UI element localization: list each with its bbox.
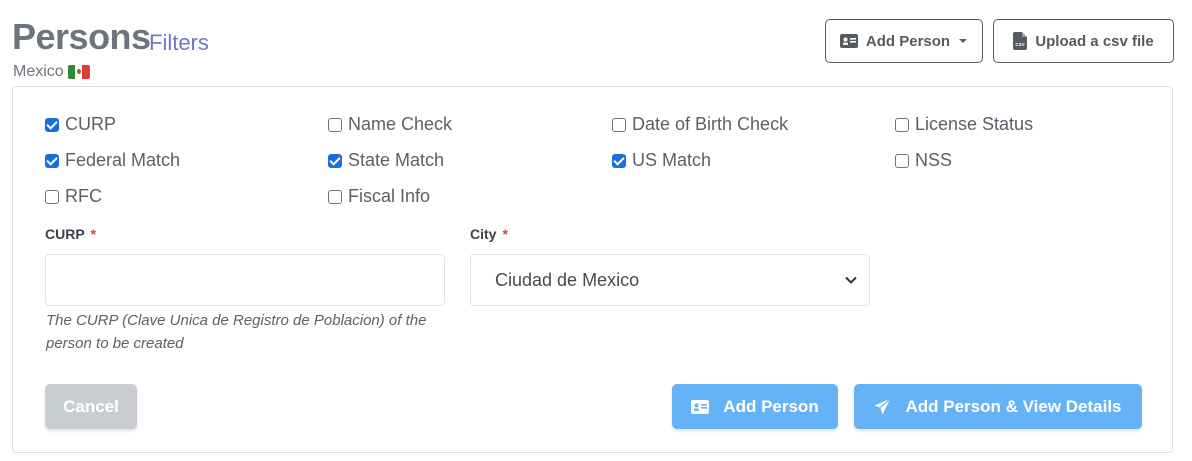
curp-field-label: CURP *: [45, 226, 96, 242]
svg-text:CSV: CSV: [1016, 42, 1025, 47]
checkbox[interactable]: [895, 153, 909, 168]
check-label: Fiscal Info: [348, 186, 431, 206]
curp-label-text: CURP: [45, 226, 85, 242]
add-person-label: Add Person: [723, 396, 819, 416]
check-federal-match[interactable]: Federal Match: [45, 150, 180, 171]
page-title: Persons: [12, 16, 151, 57]
check-label: US Match: [632, 150, 712, 170]
checkbox[interactable]: [328, 153, 342, 168]
filters-link[interactable]: Filters: [149, 30, 209, 56]
check-state-match[interactable]: State Match: [328, 150, 444, 171]
check-name[interactable]: Name Check: [328, 114, 452, 135]
checkbox[interactable]: [612, 153, 626, 168]
city-label-text: City: [470, 226, 497, 242]
country-name: Mexico: [13, 63, 64, 80]
check-label: Name Check: [348, 114, 453, 134]
country-label: Mexico: [13, 63, 90, 81]
check-rfc[interactable]: RFC: [45, 186, 102, 207]
required-mark: *: [90, 226, 97, 242]
city-select[interactable]: Ciudad de Mexico: [470, 254, 870, 306]
check-us-match[interactable]: US Match: [612, 150, 711, 171]
check-nss[interactable]: NSS: [895, 150, 952, 171]
check-label: Federal Match: [65, 150, 181, 170]
paper-plane-icon: [875, 398, 892, 415]
add-view-label: Add Person & View Details: [905, 396, 1122, 416]
id-card-icon: [839, 34, 858, 48]
curp-help-text: The CURP (Clave Unica de Registro de Pob…: [46, 312, 427, 352]
city-field-label: City *: [470, 226, 508, 242]
check-label: Date of Birth Check: [632, 114, 789, 134]
add-person-dropdown-button[interactable]: Add Person: [825, 19, 983, 63]
required-mark: *: [502, 226, 508, 242]
checkbox[interactable]: [45, 117, 59, 132]
check-label: License Status: [915, 114, 1034, 134]
csv-file-icon: CSV: [1013, 32, 1028, 50]
cancel-label: Cancel: [63, 396, 119, 416]
add-person-button[interactable]: Add Person: [672, 384, 838, 429]
mexico-flag-icon: [67, 65, 90, 79]
check-label: CURP: [65, 114, 117, 134]
add-person-form-card: CURP Name Check Date of Birth Check Lice…: [12, 86, 1173, 453]
check-curp[interactable]: CURP: [45, 114, 116, 135]
check-license-status[interactable]: License Status: [895, 114, 1033, 135]
add-person-dropdown-label: Add Person: [865, 32, 951, 50]
city-select-value: Ciudad de Mexico: [495, 269, 640, 290]
id-card-icon: [691, 399, 710, 414]
check-fiscal-info[interactable]: Fiscal Info: [328, 186, 430, 207]
add-person-view-details-button[interactable]: Add Person & View Details: [854, 384, 1142, 429]
upload-csv-button[interactable]: CSV Upload a csv file: [993, 19, 1174, 63]
check-label: State Match: [348, 150, 445, 170]
checkbox[interactable]: [895, 117, 909, 132]
chevron-down-icon: [845, 276, 857, 284]
caret-down-icon: [959, 39, 968, 43]
checkbox[interactable]: [328, 117, 342, 132]
checkbox[interactable]: [45, 153, 59, 168]
upload-csv-label: Upload a csv file: [1035, 32, 1154, 50]
cancel-button[interactable]: Cancel: [45, 384, 137, 429]
check-date-of-birth[interactable]: Date of Birth Check: [612, 114, 788, 135]
checkbox[interactable]: [328, 189, 342, 204]
checkbox[interactable]: [45, 189, 59, 204]
curp-input[interactable]: [45, 254, 445, 306]
checkbox[interactable]: [612, 117, 626, 132]
check-label: RFC: [65, 186, 102, 206]
check-label: NSS: [915, 150, 953, 170]
